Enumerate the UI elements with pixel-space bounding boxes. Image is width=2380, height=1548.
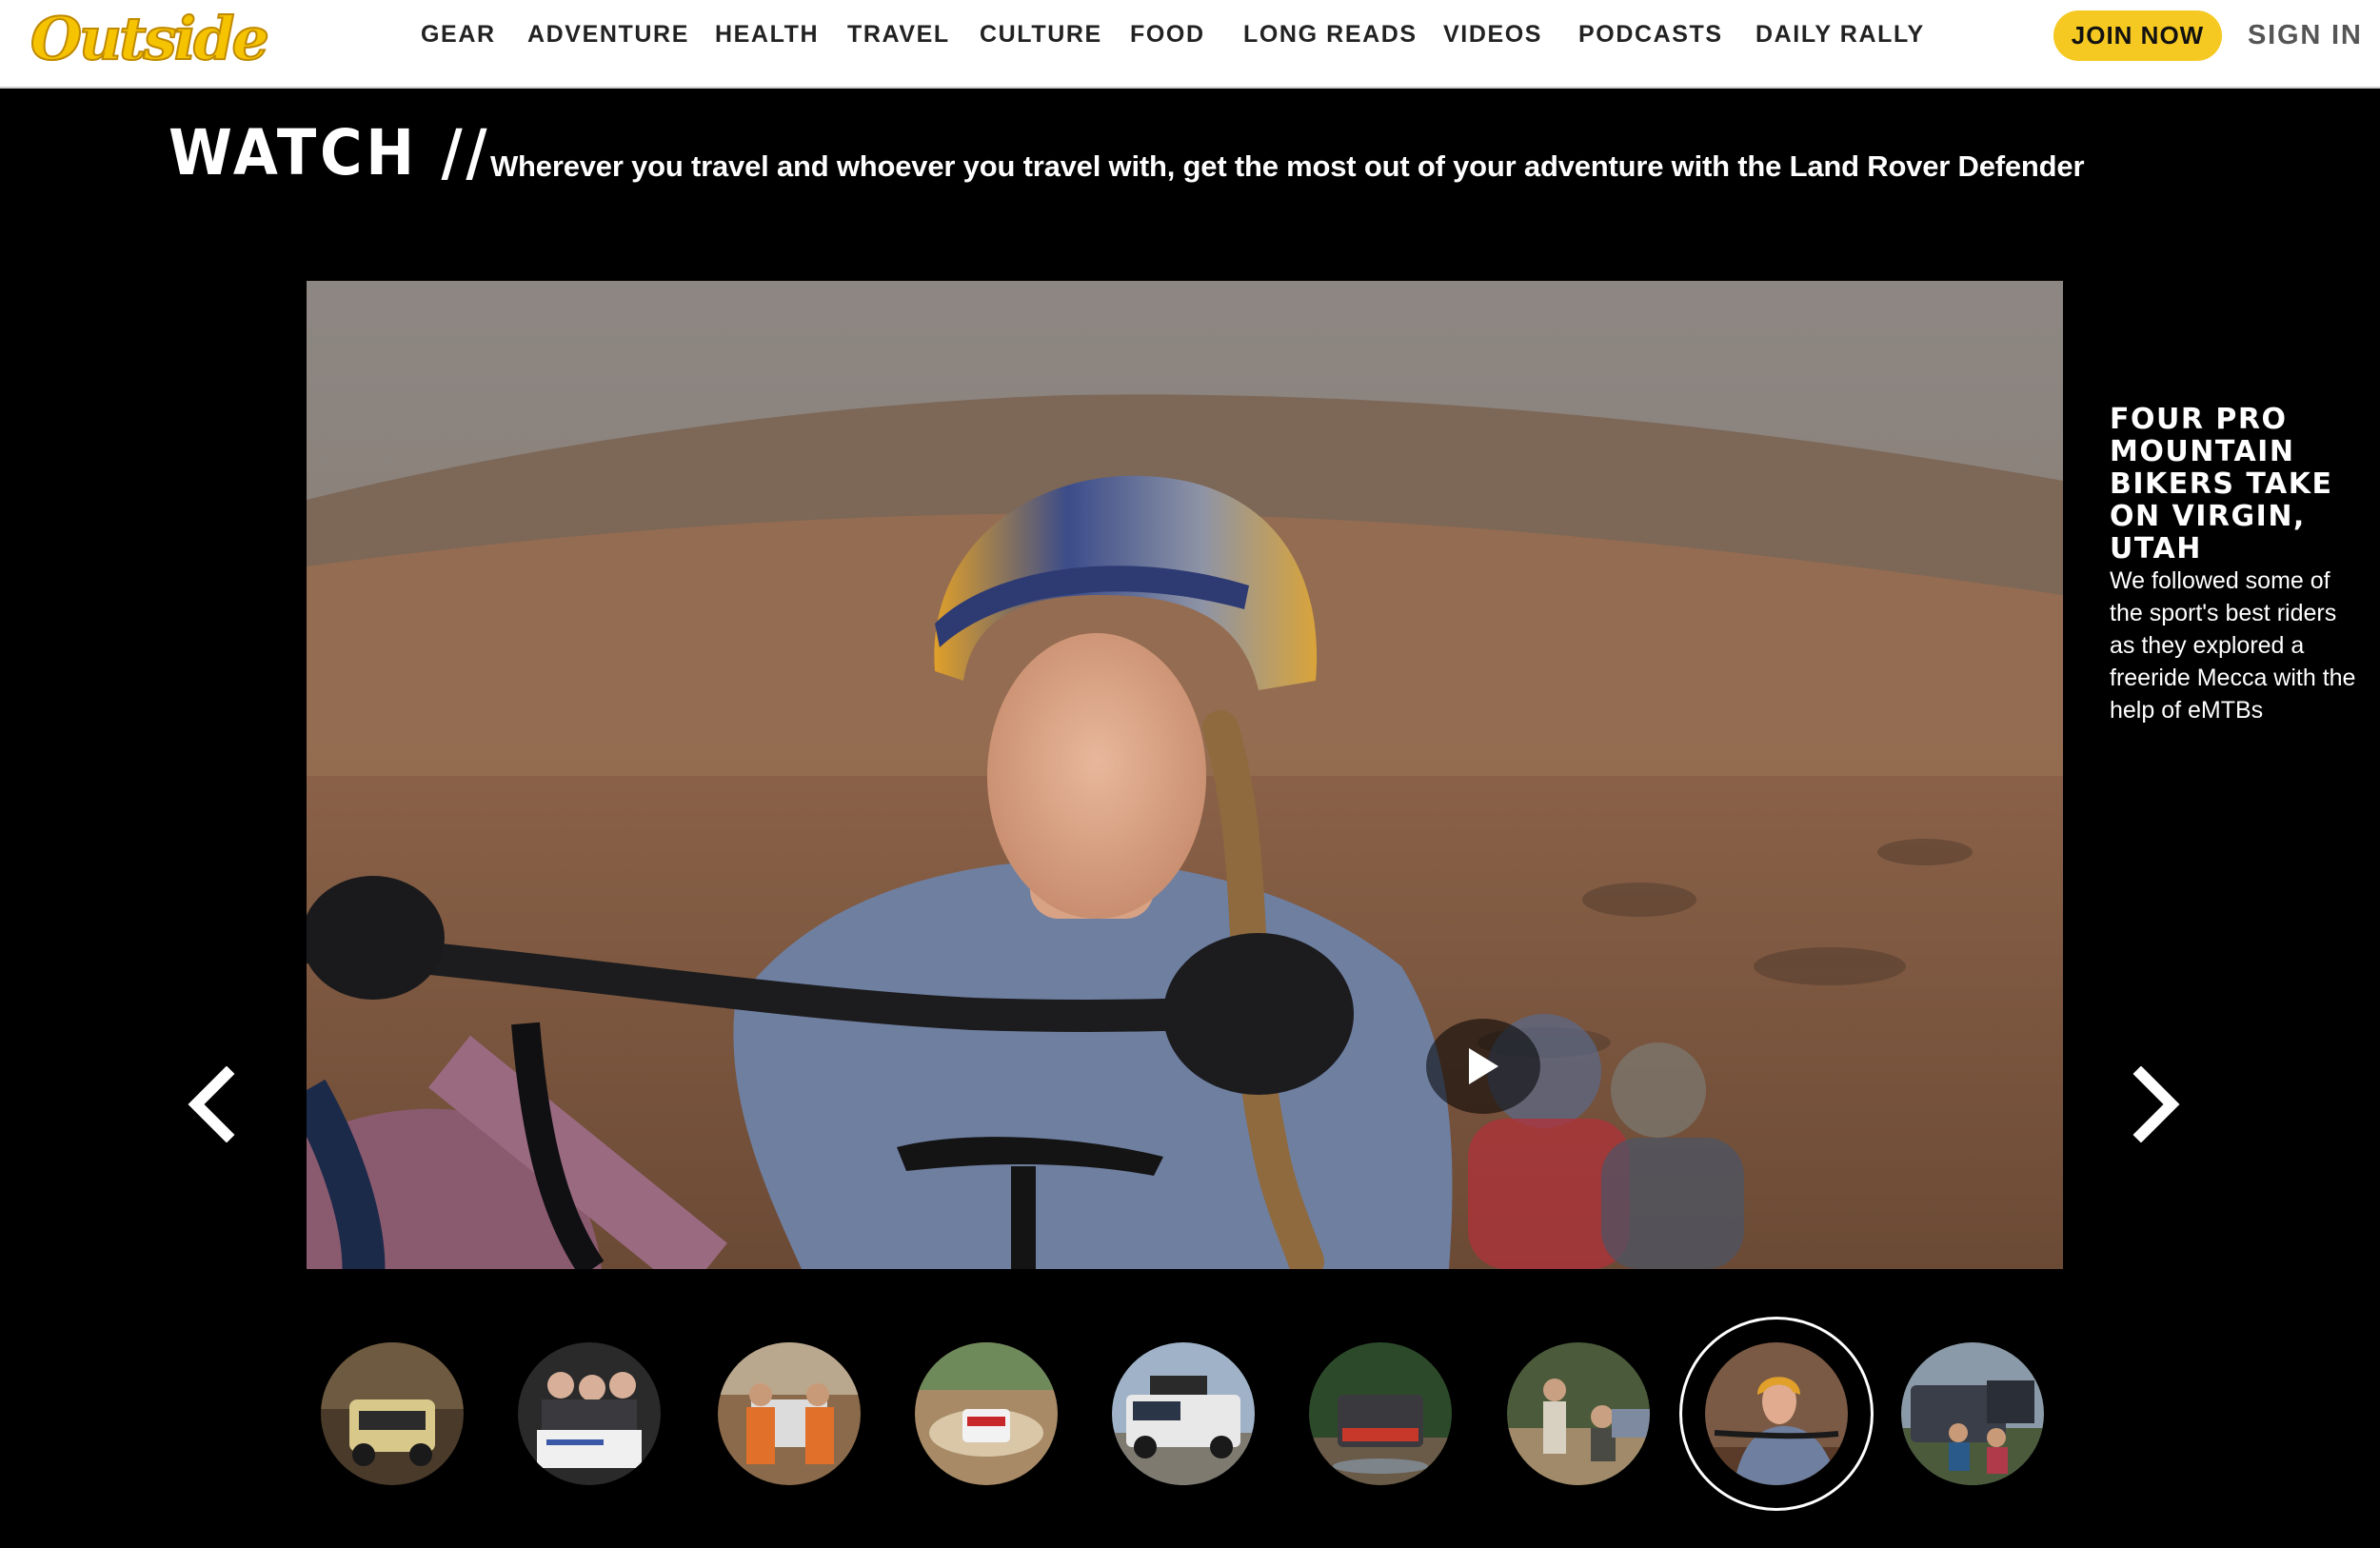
video-thumbnail-5[interactable] bbox=[1112, 1342, 1255, 1485]
video-title: FOUR PRO MOUNTAIN BIKERS TAKE ON VIRGIN,… bbox=[2110, 403, 2333, 566]
top-navigation-bar: Outside GEAR ADVENTURE HEALTH TRAVEL CUL… bbox=[0, 0, 2380, 89]
thumbnail-image bbox=[1507, 1342, 1650, 1485]
main-nav: GEAR ADVENTURE HEALTH TRAVEL CULTURE FOO… bbox=[0, 0, 2380, 89]
nav-item-travel[interactable]: TRAVEL bbox=[847, 21, 950, 49]
video-poster-image bbox=[307, 281, 2063, 1269]
chevron-left-icon bbox=[188, 1065, 235, 1143]
video-thumbnail-2[interactable] bbox=[518, 1342, 661, 1485]
play-icon bbox=[1469, 1048, 1498, 1084]
thumbnail-image bbox=[321, 1342, 464, 1485]
nav-item-long-reads[interactable]: LONG READS bbox=[1243, 21, 1418, 49]
watch-heading: WATCH // bbox=[169, 116, 491, 189]
nav-item-food[interactable]: FOOD bbox=[1130, 21, 1205, 49]
featured-video-player[interactable] bbox=[307, 281, 2063, 1269]
thumbnail-image bbox=[518, 1342, 661, 1485]
video-description: We followed some of the sport's best rid… bbox=[2110, 567, 2356, 724]
nav-item-adventure[interactable]: ADVENTURE bbox=[527, 21, 689, 49]
video-thumbnail-1[interactable] bbox=[321, 1342, 464, 1485]
video-thumbnail-4[interactable] bbox=[915, 1342, 1058, 1485]
next-video-button[interactable] bbox=[2128, 1065, 2185, 1143]
thumbnail-image bbox=[1309, 1342, 1452, 1485]
video-thumbnail-6[interactable] bbox=[1309, 1342, 1452, 1485]
play-button[interactable] bbox=[1426, 1019, 1540, 1114]
join-now-button[interactable]: JOIN NOW bbox=[2053, 10, 2222, 61]
video-thumbnail-3[interactable] bbox=[718, 1342, 861, 1485]
nav-item-daily-rally[interactable]: DAILY RALLY bbox=[1755, 21, 1925, 49]
nav-item-videos[interactable]: VIDEOS bbox=[1443, 21, 1542, 49]
video-thumbnail-7[interactable] bbox=[1507, 1342, 1650, 1485]
thumbnail-image bbox=[718, 1342, 861, 1485]
previous-video-button[interactable] bbox=[183, 1065, 240, 1143]
nav-item-gear[interactable]: GEAR bbox=[421, 21, 496, 49]
chevron-right-icon bbox=[2132, 1065, 2180, 1143]
nav-item-podcasts[interactable]: PODCASTS bbox=[1578, 21, 1723, 49]
thumbnail-image bbox=[1705, 1342, 1848, 1485]
sign-in-link[interactable]: SIGN IN bbox=[2248, 20, 2363, 51]
thumbnail-image bbox=[915, 1342, 1058, 1485]
nav-item-culture[interactable]: CULTURE bbox=[980, 21, 1102, 49]
nav-item-health[interactable]: HEALTH bbox=[715, 21, 819, 49]
watch-subtitle: Wherever you travel and whoever you trav… bbox=[490, 149, 2085, 183]
video-thumbnail-9[interactable] bbox=[1901, 1342, 2044, 1485]
thumbnail-image bbox=[1112, 1342, 1255, 1485]
video-thumbnail-8-active[interactable] bbox=[1705, 1342, 1848, 1485]
thumbnail-image bbox=[1901, 1342, 2044, 1485]
